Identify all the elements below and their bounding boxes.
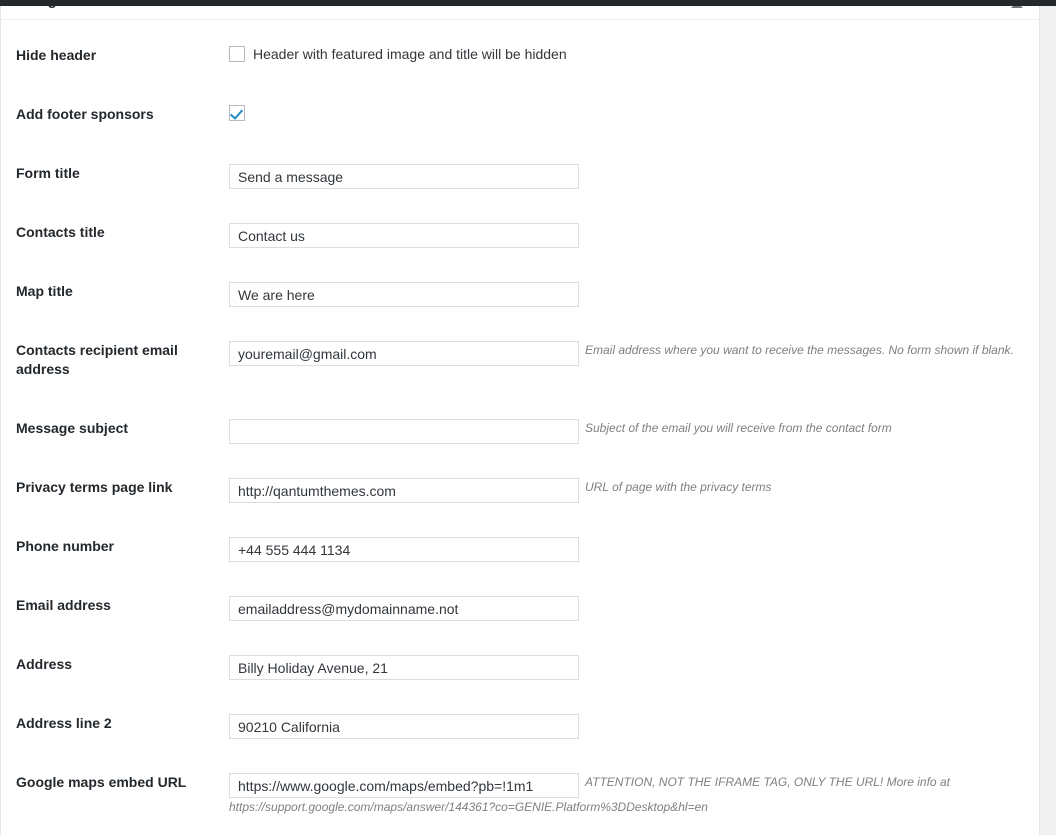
field-control: Subject of the email you will receive fr… xyxy=(229,419,1029,444)
text-input[interactable] xyxy=(229,537,579,562)
field-description-wrap: Subject of the email you will receive fr… xyxy=(585,419,892,435)
text-input[interactable] xyxy=(229,164,579,189)
form-row-inner: Contacts title xyxy=(1,223,1039,282)
field-label: Email address xyxy=(16,597,111,613)
form-row-inner: Hide header Header with featured image an… xyxy=(1,46,1039,105)
form-row-inner: Privacy terms page link URL of page with … xyxy=(1,478,1039,537)
field-description-wrap: Email address where you want to receive … xyxy=(585,341,1014,357)
field-label: Form title xyxy=(16,165,80,181)
field-label: Add footer sponsors xyxy=(16,106,154,122)
form-row-inner: Map title xyxy=(1,282,1039,341)
form-row-inner: Add footer sponsors xyxy=(1,105,1039,164)
field-description: Subject of the email you will receive fr… xyxy=(585,421,892,435)
text-input[interactable] xyxy=(229,478,579,503)
form-row-inner: Message subject Subject of the email you … xyxy=(1,419,1039,478)
field-control: ATTENTION, NOT THE IFRAME TAG, ONLY THE … xyxy=(229,773,1029,816)
field-control: Email address where you want to receive … xyxy=(229,341,1029,366)
field-control xyxy=(229,164,1029,189)
field-description: Email address where you want to receive … xyxy=(585,343,1014,357)
field-control: Header with featured image and title wil… xyxy=(229,46,1029,62)
field-control xyxy=(229,223,1029,248)
field-control xyxy=(229,537,1029,562)
field-control xyxy=(229,105,1029,121)
form-row-inner: Form title xyxy=(1,164,1039,223)
text-input[interactable] xyxy=(229,655,579,680)
field-control xyxy=(229,714,1029,739)
field-control xyxy=(229,596,1029,621)
field-control xyxy=(229,655,1029,680)
field-label: Address line 2 xyxy=(16,715,112,731)
field-label: Contacts title xyxy=(16,224,105,240)
field-description-wrap: URL of page with the privacy terms xyxy=(585,478,772,494)
checkbox-checked[interactable] xyxy=(229,105,245,121)
design-customization-panel: Design customization Hide headerHeader w… xyxy=(0,0,1040,835)
text-input[interactable] xyxy=(229,223,579,248)
field-control: URL of page with the privacy terms xyxy=(229,478,1029,503)
form-row-inner: Email address xyxy=(1,596,1039,655)
form-row-inner: Google maps embed URL ATTENTION, NOT THE … xyxy=(1,773,1039,832)
text-input[interactable] xyxy=(229,714,579,739)
admin-screen: Design customization Hide headerHeader w… xyxy=(0,0,1056,835)
field-label: Contacts recipient email address xyxy=(16,342,178,377)
text-input[interactable] xyxy=(229,341,579,366)
field-label: Google maps embed URL xyxy=(16,774,187,790)
text-input[interactable] xyxy=(229,282,579,307)
form-row-inner: Phone number xyxy=(1,537,1039,596)
field-label: Privacy terms page link xyxy=(16,479,173,495)
field-label: Hide header xyxy=(16,47,97,63)
checkbox-label: Header with featured image and title wil… xyxy=(253,46,567,62)
form-row-inner: Contacts recipient email address Email ad… xyxy=(1,341,1039,400)
form-row-inner: Address line 2 xyxy=(1,714,1039,773)
form-row-inner: Address xyxy=(1,655,1039,714)
text-input[interactable] xyxy=(229,419,579,444)
field-control xyxy=(229,282,1029,307)
field-label: Map title xyxy=(16,283,73,299)
field-label: Message subject xyxy=(16,420,129,436)
admin-bar xyxy=(0,0,1056,6)
text-input[interactable] xyxy=(229,773,579,798)
text-input[interactable] xyxy=(229,596,579,621)
field-description: URL of page with the privacy terms xyxy=(585,480,772,494)
field-label: Address xyxy=(16,656,73,672)
field-label: Phone number xyxy=(16,538,115,554)
checkbox-unchecked[interactable] xyxy=(229,46,245,62)
